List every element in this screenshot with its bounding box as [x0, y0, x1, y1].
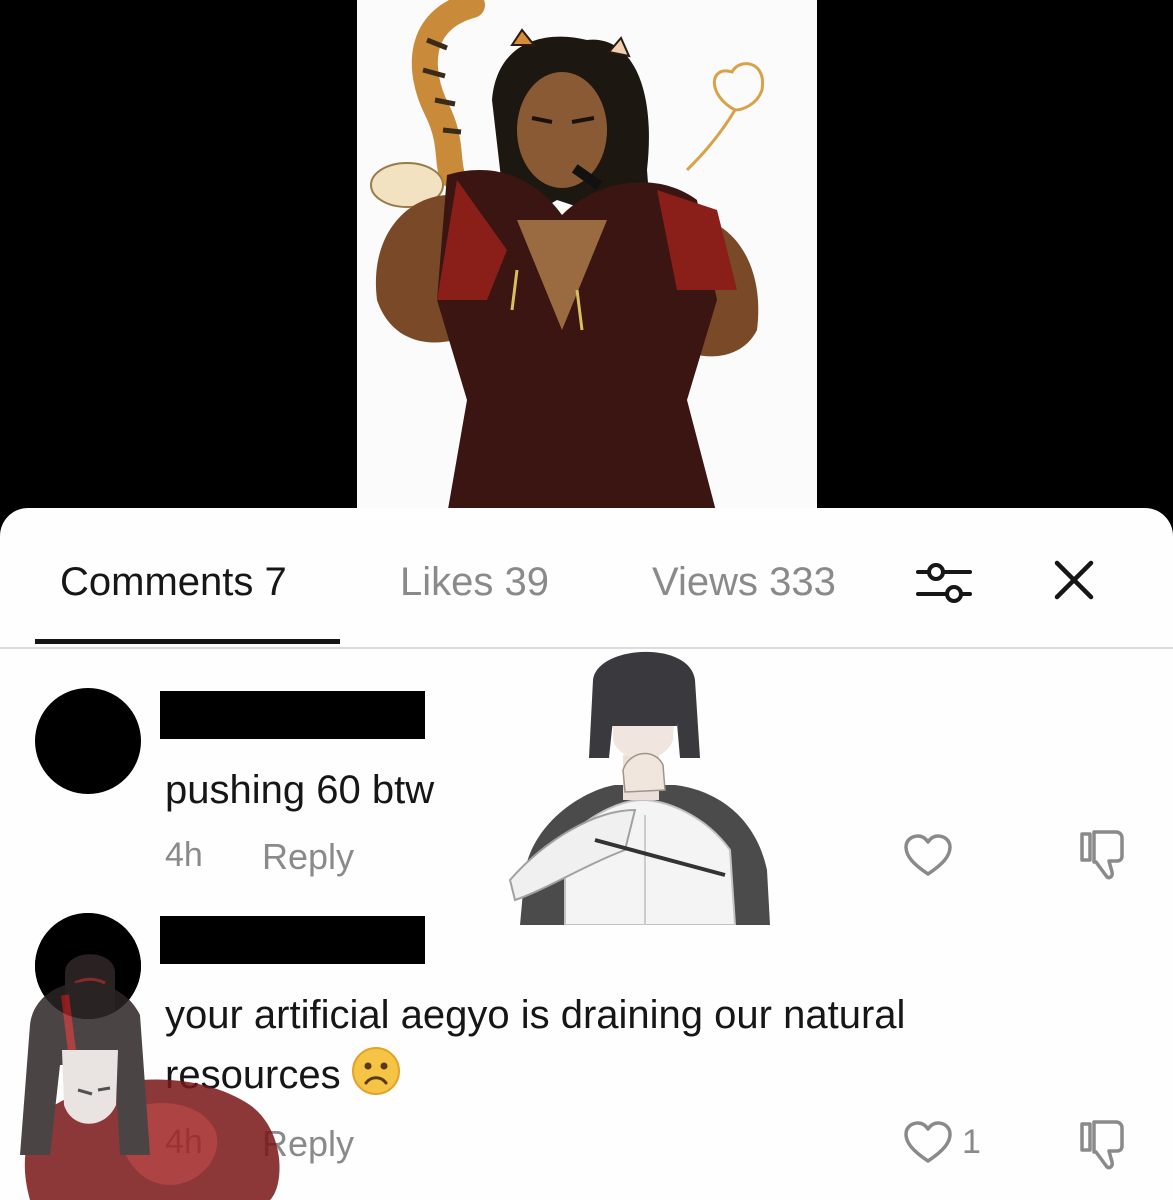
frowning-face-emoji: [351, 1046, 401, 1096]
thumbs-down-icon[interactable]: [1076, 828, 1130, 882]
post-illustration: [357, 0, 817, 515]
comment-text: your artificial aegyo is draining our na…: [165, 985, 1065, 1105]
thumbs-down-icon[interactable]: [1076, 1118, 1130, 1172]
tab-bar: Comments 7 Likes 39 Views 333: [0, 508, 1173, 649]
close-icon[interactable]: [1052, 558, 1096, 602]
comment-body: pushing 60 btw: [165, 768, 435, 812]
tab-views[interactable]: Views 333: [652, 558, 836, 606]
username-redacted[interactable]: [160, 691, 425, 739]
like-count: 1: [962, 1123, 981, 1161]
comment-timestamp: 4h: [165, 836, 203, 874]
reply-button[interactable]: Reply: [262, 836, 354, 878]
heart-outline-icon[interactable]: [903, 834, 953, 878]
filter-sliders-icon[interactable]: [916, 558, 972, 606]
avatar[interactable]: [35, 688, 141, 794]
post-image[interactable]: [357, 0, 817, 515]
screen: Comments 7 Likes 39 Views 333 pushing 60…: [0, 0, 1173, 1200]
sticker-character-image: [20, 982, 280, 1200]
tab-likes[interactable]: Likes 39: [400, 558, 549, 606]
active-tab-indicator: [35, 639, 340, 644]
heart-outline-icon[interactable]: [903, 1121, 953, 1165]
tab-comments[interactable]: Comments 7: [60, 558, 287, 606]
sticker-woman-image: [508, 651, 770, 925]
